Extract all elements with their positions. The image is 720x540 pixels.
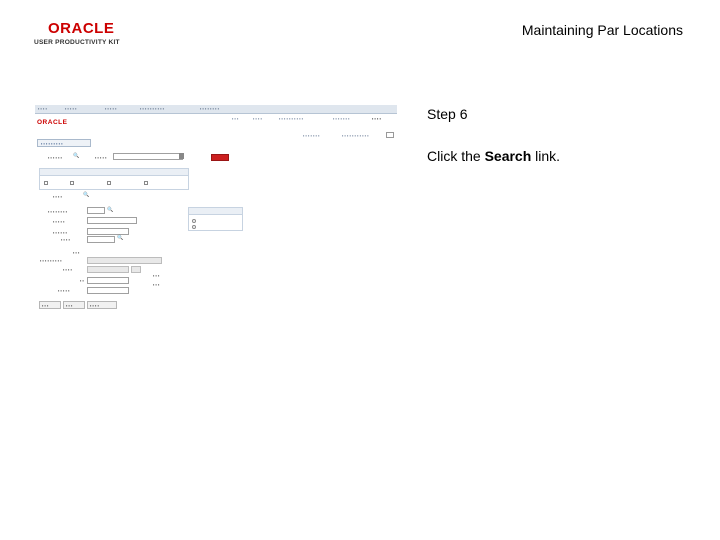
checkbox	[44, 181, 48, 185]
checkbox	[70, 181, 74, 185]
count-type-label: ▪ ▪ ▪ ▪	[61, 237, 71, 242]
refresh-button: ▪ ▪ ▪ ▪	[87, 301, 117, 309]
app-oracle-logo: ORACLE	[37, 119, 68, 126]
rop-label: ▪ ▪	[80, 278, 84, 283]
replenishment-options-group	[39, 168, 189, 190]
values-label: ▪ ▪ ▪	[153, 273, 160, 278]
par-location-group-input	[87, 207, 105, 214]
ship-to-location-label: ▪ ▪ ▪ ▪ ▪ ▪	[53, 230, 68, 235]
instruction-suffix: link.	[531, 148, 561, 164]
radio-button	[192, 225, 196, 229]
current-qty-label: ▪ ▪ ▪ ▪	[63, 267, 73, 272]
uom-input	[131, 266, 141, 273]
change-label: ▪ ▪ ▪	[153, 282, 160, 287]
count-type-input	[87, 236, 115, 243]
item-id-label: ▪ ▪ ▪ ▪	[53, 194, 63, 199]
breadcrumb-bar: ▪ ▪ ▪ ▪ ▪ ▪ ▪ ▪ ▪ ▪ ▪ ▪ ▪ ▪ ▪ ▪ ▪ ▪ ▪ ▪ …	[35, 105, 397, 114]
search-icon: 🔍	[107, 207, 114, 213]
search-icon: 🔍	[117, 235, 124, 241]
logo-brand: ORACLE	[48, 20, 115, 37]
save-button: ▪ ▪ ▪	[39, 301, 61, 309]
group-header	[40, 169, 188, 176]
page-customize-box	[386, 132, 394, 138]
chevron-down-icon	[179, 153, 184, 159]
requester-label: ▪ ▪ ▪ ▪ ▪	[53, 219, 65, 224]
tab-maintain-par-locations: ▪ ▪ ▪ ▪ ▪ ▪ ▪ ▪ ▪	[37, 139, 91, 147]
instruction-target: Search	[484, 148, 532, 164]
group-header	[189, 208, 242, 215]
item-id-label-2: ▪ ▪ ▪	[73, 250, 80, 255]
maximum-qty-label: ▪ ▪ ▪ ▪ ▪	[58, 288, 70, 293]
process-label: ▪ ▪ ▪ ▪ ▪	[95, 155, 107, 160]
par-location-group-label: ▪ ▪ ▪ ▪ ▪ ▪ ▪ ▪	[48, 209, 68, 214]
document-title: Maintaining Par Locations	[521, 22, 683, 38]
search-icon: 🔍	[73, 153, 80, 159]
checkbox	[144, 181, 148, 185]
replenishment-field-select	[87, 257, 162, 264]
current-qty-input	[87, 266, 129, 273]
replenishment-field-label: ▪ ▪ ▪ ▪ ▪ ▪ ▪ ▪ ▪	[40, 258, 62, 263]
ship-to-location-input	[87, 228, 129, 235]
default-quantity-group	[188, 207, 243, 231]
notify-button: ▪ ▪ ▪	[63, 301, 85, 309]
logo-subtitle: USER PRODUCTIVITY KIT	[34, 39, 120, 46]
step-instruction: Click the Search link.	[427, 148, 560, 164]
rop-input	[87, 277, 129, 284]
step-label: Step 6	[427, 106, 468, 122]
instruction-prefix: Click the	[427, 148, 485, 164]
process-select	[113, 153, 183, 160]
oracle-upk-logo: ORACLE USER PRODUCTIVITY KIT	[34, 20, 134, 50]
search-icon: 🔍	[83, 192, 90, 198]
checkbox	[107, 181, 111, 185]
requester-input	[87, 217, 137, 224]
go-button	[211, 154, 229, 161]
application-screenshot: ▪ ▪ ▪ ▪ ▪ ▪ ▪ ▪ ▪ ▪ ▪ ▪ ▪ ▪ ▪ ▪ ▪ ▪ ▪ ▪ …	[35, 105, 397, 315]
maximum-qty-input	[87, 287, 129, 294]
set-id-label: ▪ ▪ ▪ ▪ ▪ ▪	[48, 155, 63, 160]
radio-button	[192, 219, 196, 223]
